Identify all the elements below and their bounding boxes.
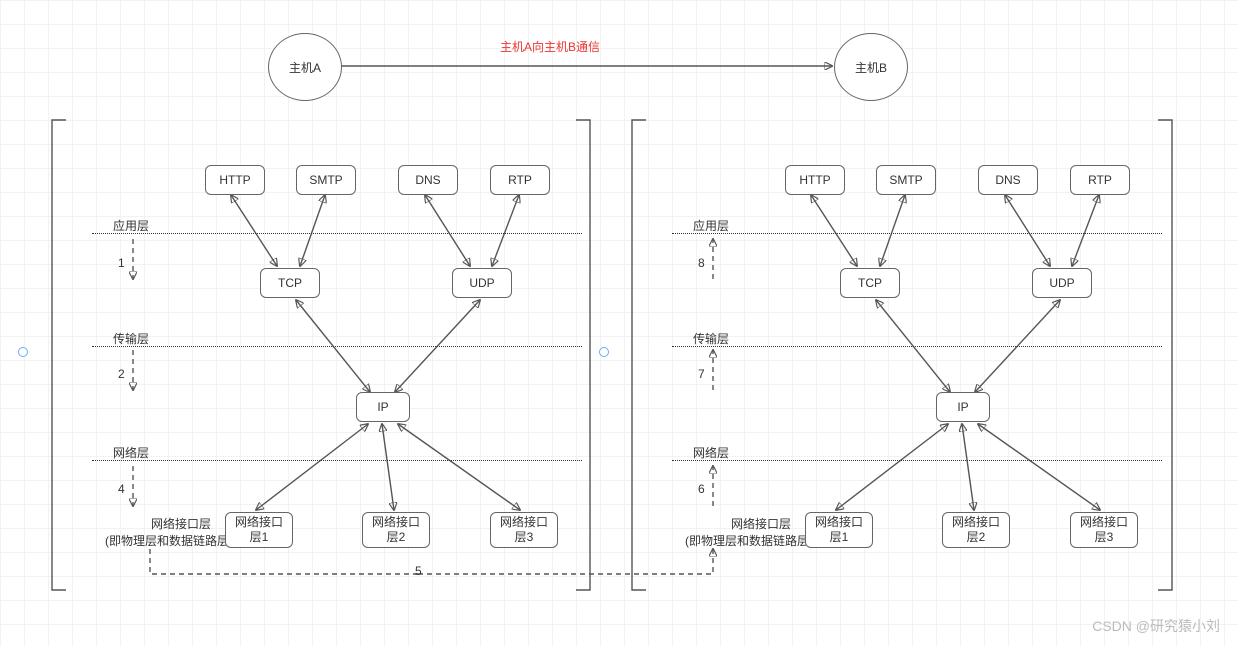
sep-trans-b [672,346,1162,347]
arrows-layer [0,0,1238,646]
watermark: CSDN @研究猿小刘 [1092,616,1220,636]
sep-app-b [672,233,1162,234]
host-a-label: 主机A [289,59,321,76]
proto-ip-b[interactable]: IP [936,392,990,422]
selection-handle-left[interactable] [18,347,28,357]
sep-net-a [92,460,582,461]
step-5: 5 [415,564,422,578]
iface-title-b: 网络接口层 [731,517,791,531]
layer-network-b: 网络层 [693,444,729,461]
proto-dns-a[interactable]: DNS [398,165,458,195]
diagram-canvas: 主机A 主机B 主机A向主机B通信 应用层 传输层 网络层 网络接口层 (即物理… [0,0,1238,646]
iface2-b[interactable]: 网络接口层2 [942,512,1010,548]
layer-transport-b: 传输层 [693,330,729,347]
iface-title-a: 网络接口层 [151,517,211,531]
proto-udp-b[interactable]: UDP [1032,268,1092,298]
layer-app-a: 应用层 [113,217,149,234]
sep-app-a [92,233,582,234]
iface1-a[interactable]: 网络接口层1 [225,512,293,548]
layer-transport-a: 传输层 [113,330,149,347]
proto-http-a[interactable]: HTTP [205,165,265,195]
proto-rtp-b[interactable]: RTP [1070,165,1130,195]
iface3-a[interactable]: 网络接口层3 [490,512,558,548]
iface1-b[interactable]: 网络接口层1 [805,512,873,548]
proto-ip-a[interactable]: IP [356,392,410,422]
proto-http-b[interactable]: HTTP [785,165,845,195]
layer-app-b: 应用层 [693,217,729,234]
title-red: 主机A向主机B通信 [500,38,600,55]
step-1: 1 [118,256,125,270]
sep-trans-a [92,346,582,347]
step-2: 2 [118,367,125,381]
step-8: 8 [698,256,705,270]
proto-tcp-a[interactable]: TCP [260,268,320,298]
step-6: 6 [698,482,705,496]
iface2-a[interactable]: 网络接口层2 [362,512,430,548]
proto-tcp-b[interactable]: TCP [840,268,900,298]
host-a-node: 主机A [268,33,342,101]
proto-rtp-a[interactable]: RTP [490,165,550,195]
step-7: 7 [698,367,705,381]
step-4: 4 [118,482,125,496]
proto-dns-b[interactable]: DNS [978,165,1038,195]
sep-net-b [672,460,1162,461]
proto-smtp-b[interactable]: SMTP [876,165,936,195]
host-b-label: 主机B [855,59,887,76]
proto-udp-a[interactable]: UDP [452,268,512,298]
proto-smtp-a[interactable]: SMTP [296,165,356,195]
layer-network-a: 网络层 [113,444,149,461]
iface3-b[interactable]: 网络接口层3 [1070,512,1138,548]
selection-handle-right[interactable] [599,347,609,357]
host-b-node: 主机B [834,33,908,101]
